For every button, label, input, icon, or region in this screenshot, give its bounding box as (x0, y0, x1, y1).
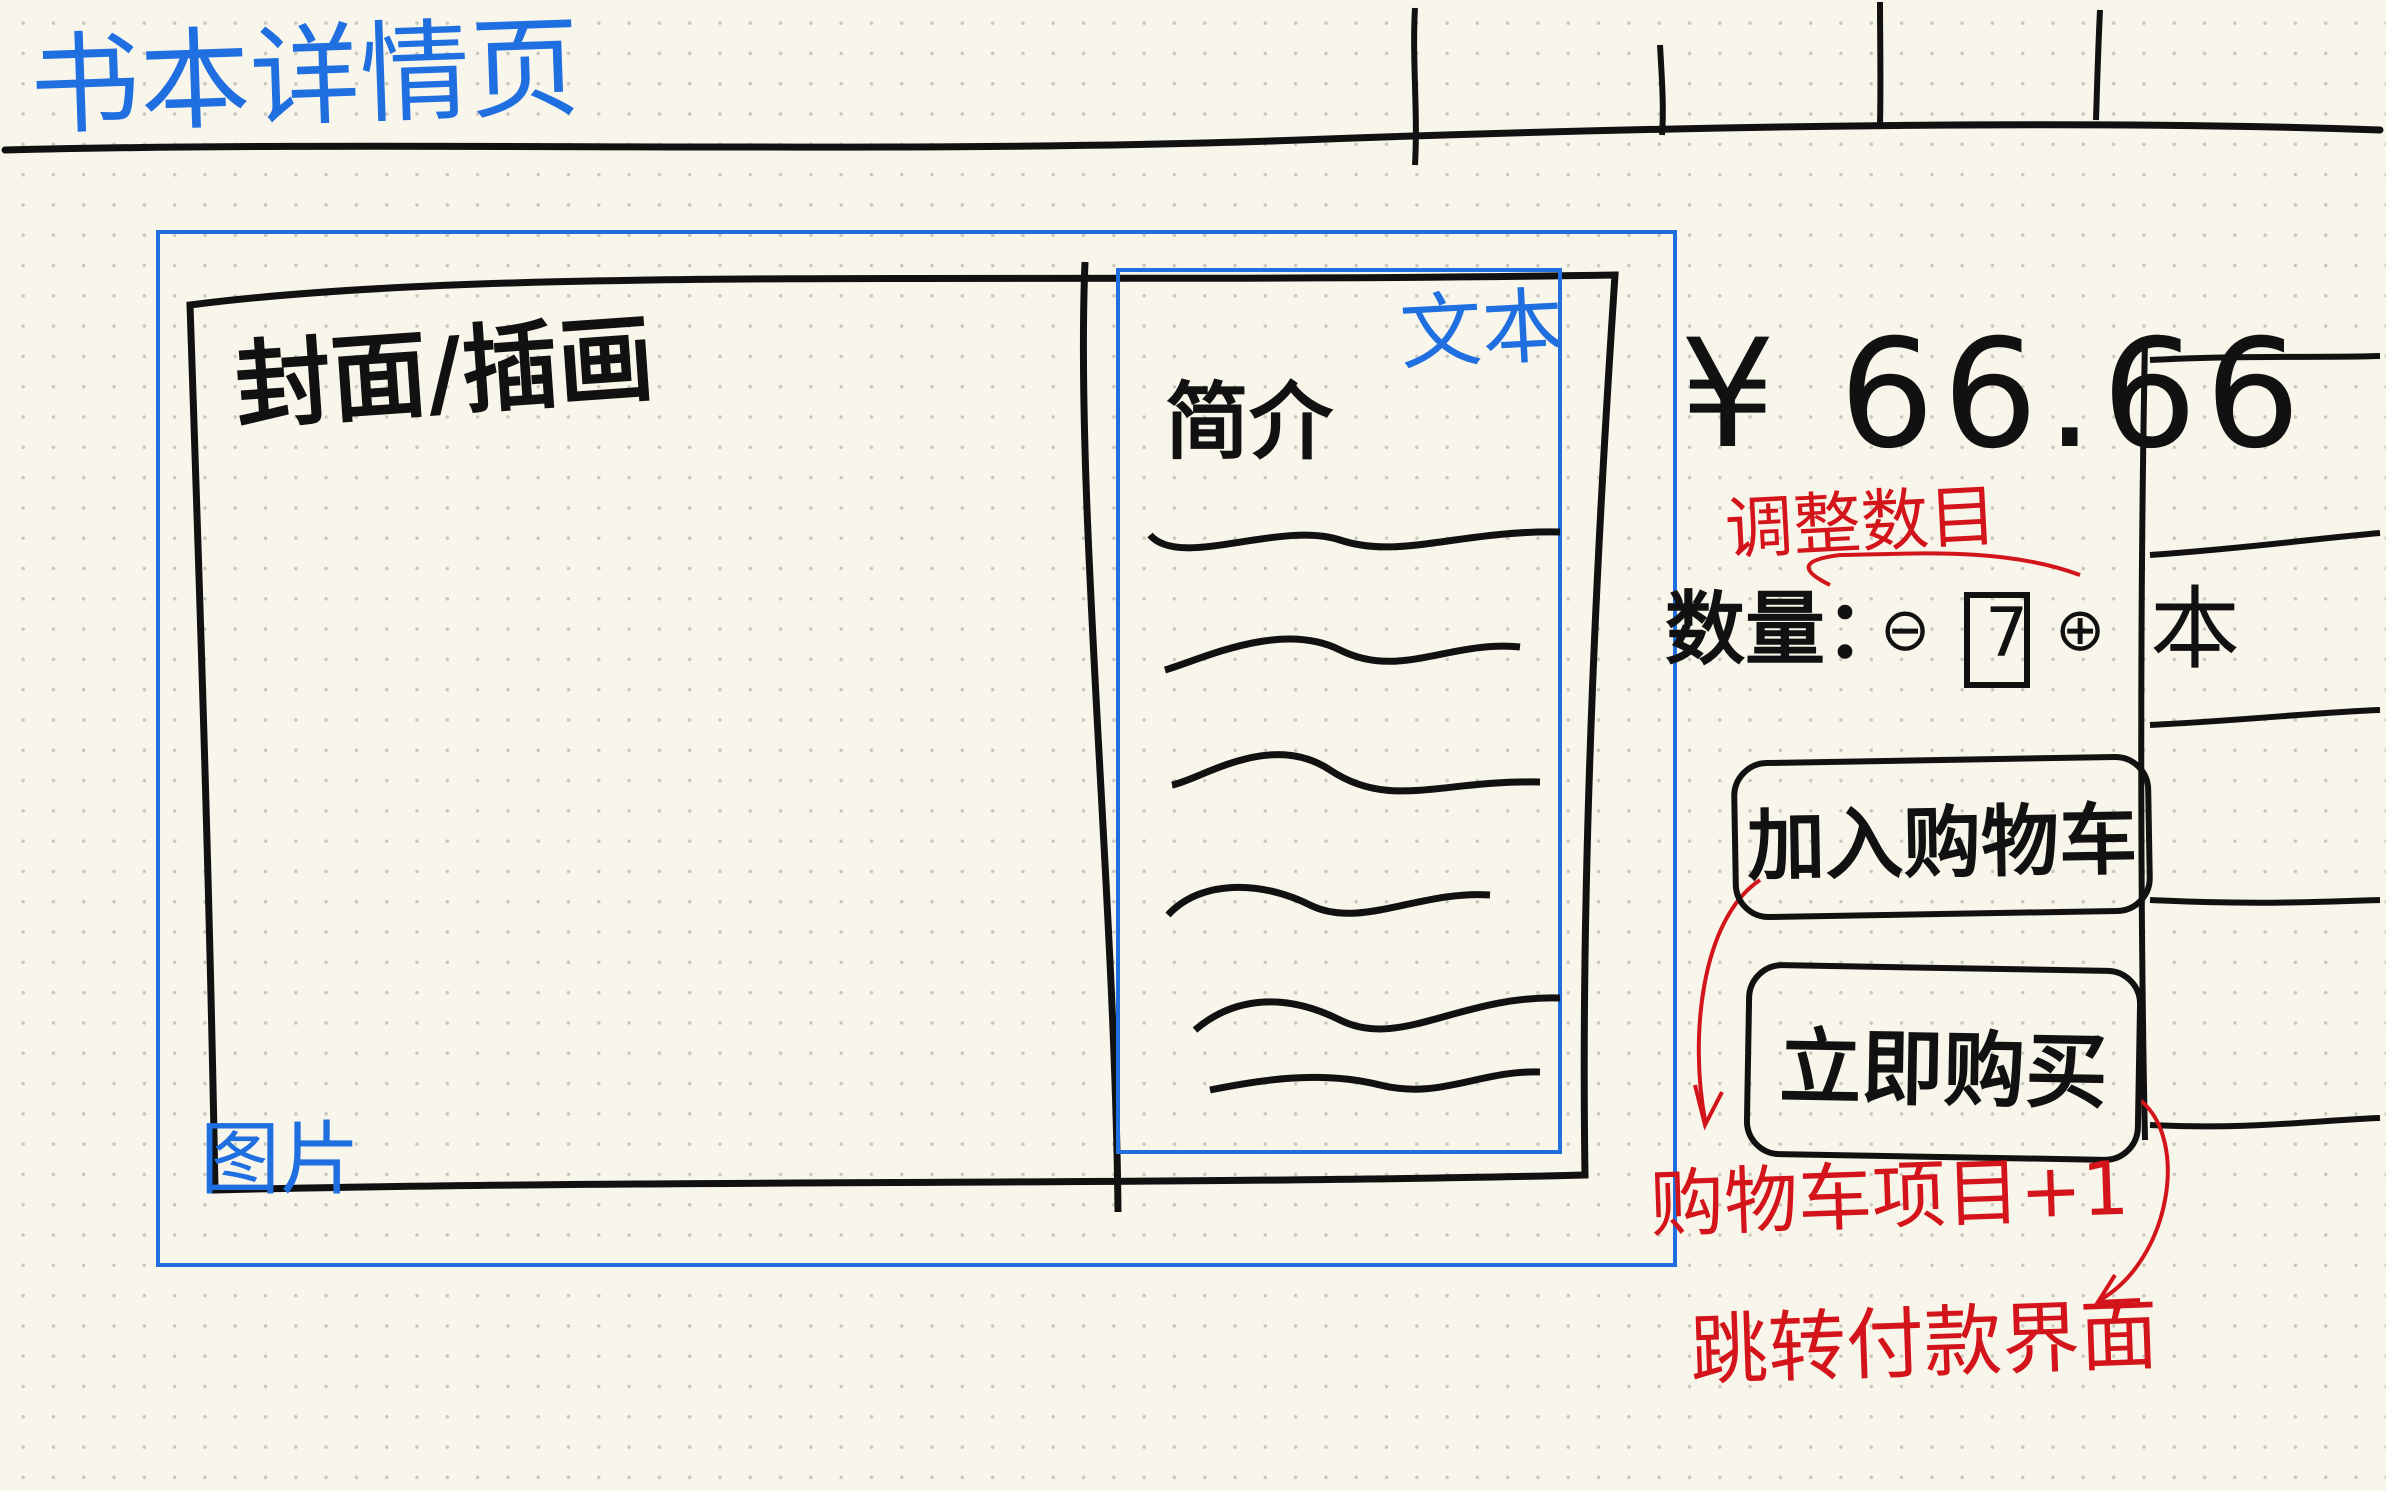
nav-divider-2 (1657, 44, 1666, 136)
cover-label: 封面/插画 (231, 302, 658, 444)
buy-now-label: 立即购买 (1778, 1020, 2109, 1121)
add-to-cart-button[interactable]: 加入购物车 (1730, 753, 2154, 921)
text-line-5 (1192, 994, 1561, 1033)
nav-divider-1 (1411, 7, 1419, 166)
quantity-plus-button[interactable]: ⊕ (2055, 600, 2105, 660)
text-line-1 (1147, 528, 1561, 552)
text-line-3 (1171, 751, 1541, 795)
right-row-line-5 (2149, 1115, 2381, 1130)
price-text: ¥ 66.66 (1680, 308, 2309, 482)
image-annotation-label: 图片 (200, 1113, 360, 1206)
cover-text-divider (1079, 261, 1122, 1213)
quantity-minus-button[interactable]: ⊖ (1880, 600, 1930, 660)
quantity-unit: 本 (2150, 577, 2240, 682)
text-line-4 (1165, 883, 1491, 918)
sketch-lines (1, 1, 2384, 1305)
right-row-line-3 (2149, 707, 2381, 728)
text-line-2 (1164, 635, 1521, 674)
cart-effect-note: 购物车项目+1 (1648, 1145, 2131, 1249)
text-line-6 (1209, 1068, 1541, 1094)
quantity-value[interactable]: 7 (1985, 600, 2028, 668)
buy-now-button[interactable]: 立即购买 (1743, 961, 2144, 1164)
right-row-line-4 (2149, 897, 2381, 906)
intro-heading: 简介 (1165, 373, 1334, 471)
adjust-quantity-note: 调整数目 (1723, 476, 1999, 571)
right-row-line-2 (2149, 530, 2381, 558)
quantity-label: 数量： (1665, 583, 1905, 676)
text-annotation-label: 文本 (1397, 278, 1567, 383)
pay-effect-note: 跳转付款界面 (1688, 1290, 2160, 1398)
page-title: 书本详情页 (27, 3, 583, 151)
nav-divider-4 (2093, 9, 2103, 121)
add-to-cart-label: 加入购物车 (1746, 795, 2138, 893)
